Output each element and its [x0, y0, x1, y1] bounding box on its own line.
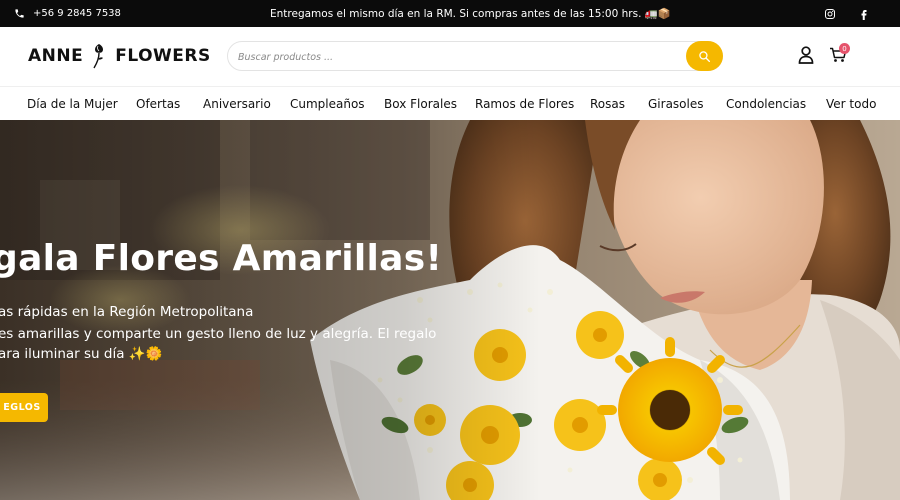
instagram-icon[interactable]: [824, 8, 836, 20]
nav-item-condolencias[interactable]: Condolencias: [726, 87, 806, 121]
nav-item-cumpleanos[interactable]: Cumpleaños: [290, 87, 365, 121]
logo-text-left: ANNE: [28, 46, 84, 66]
site-header: ANNE FLOWERS 0: [0, 27, 900, 86]
search-bar: [227, 41, 723, 71]
hero-subtitle-line-2: es amarillas y comparte un gesto lleno d…: [0, 326, 437, 342]
logo-text-right: FLOWERS: [115, 46, 211, 66]
hero-subtitle-line-1: as rápidas en la Región Metropolitana: [0, 304, 254, 320]
hero-subtitle-line-3: ara iluminar su día ✨🌼: [0, 346, 163, 362]
search-button[interactable]: [686, 41, 723, 71]
search-input[interactable]: [238, 47, 678, 67]
hero-title: gala Flores Amarillas!: [0, 238, 443, 279]
rose-logo-icon: [93, 44, 104, 69]
social-links: [824, 0, 870, 27]
nav-item-aniversario[interactable]: Aniversario: [203, 87, 271, 121]
hero-cta-button[interactable]: EGLOS: [0, 393, 48, 422]
phone-contact[interactable]: +56 9 2845 7538: [14, 0, 121, 27]
search-icon: [699, 50, 711, 62]
hero-banner: gala Flores Amarillas! as rápidas en la …: [0, 120, 900, 500]
top-bar: +56 9 2845 7538 Entregamos el mismo día …: [0, 0, 900, 27]
cart-count-badge: 0: [839, 43, 850, 54]
phone-number: +56 9 2845 7538: [33, 8, 121, 19]
phone-icon: [15, 9, 24, 18]
promo-text: Entregamos el mismo día en la RM. Si com…: [270, 8, 671, 20]
main-nav: Día de la Mujer Ofertas Aniversario Cump…: [0, 86, 900, 120]
nav-item-box-florales[interactable]: Box Florales: [384, 87, 457, 121]
nav-item-ver-todo[interactable]: Ver todo: [826, 87, 876, 121]
nav-item-rosas[interactable]: Rosas: [590, 87, 625, 121]
logo[interactable]: ANNE FLOWERS: [28, 41, 211, 71]
nav-item-ramos-de-flores[interactable]: Ramos de Flores: [475, 87, 574, 121]
facebook-icon[interactable]: [858, 8, 870, 20]
nav-item-dia-de-la-mujer[interactable]: Día de la Mujer: [27, 87, 118, 121]
nav-item-girasoles[interactable]: Girasoles: [648, 87, 703, 121]
user-account-icon[interactable]: [798, 46, 814, 64]
nav-item-ofertas[interactable]: Ofertas: [136, 87, 180, 121]
